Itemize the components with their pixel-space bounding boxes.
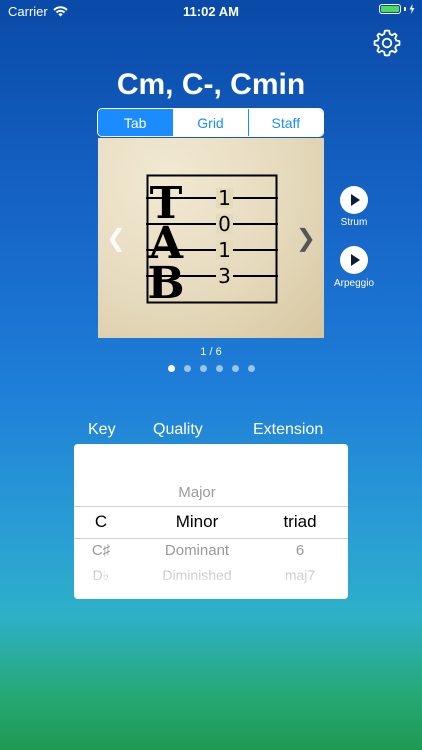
- chevron-left-icon[interactable]: ❮: [106, 224, 126, 253]
- fret-number: 0: [218, 212, 231, 236]
- tab-grid[interactable]: Grid: [172, 109, 248, 136]
- arpeggio-label: Arpeggio: [333, 278, 375, 289]
- status-bar-right: [379, 4, 415, 14]
- chord-picker[interactable]: Major C Minor triad C♯ Dominant 6 D♭ Dim…: [74, 444, 348, 599]
- selection-line-bottom: [74, 538, 348, 539]
- page-dot[interactable]: [215, 365, 223, 372]
- tab-staff[interactable]: Staff: [247, 109, 323, 136]
- selection-line-top: [74, 506, 348, 507]
- battery-cap: [404, 7, 406, 11]
- tab-tab[interactable]: Tab: [98, 109, 173, 136]
- fret-number: 1: [218, 186, 231, 210]
- picker-quality-option[interactable]: Major: [134, 484, 260, 501]
- strum-play-button[interactable]: [340, 186, 368, 214]
- picker-row[interactable]: Major: [74, 484, 348, 506]
- arpeggio-play-button[interactable]: [340, 246, 368, 274]
- battery-icon: [379, 4, 401, 14]
- page-dot[interactable]: [183, 365, 191, 372]
- charging-bolt-icon: [409, 4, 415, 14]
- tab-letter: B: [147, 258, 184, 304]
- chord-diagram-card[interactable]: T A B 1 0 1 3 ❮ ❯: [98, 138, 324, 338]
- page-dot[interactable]: [231, 365, 239, 372]
- picker-key-option[interactable]: D♭: [80, 567, 122, 584]
- gear-icon[interactable]: [372, 28, 402, 58]
- picker-row[interactable]: D♭ Diminished maj7: [74, 567, 348, 589]
- page-dots[interactable]: [0, 365, 422, 372]
- picker-quality-option[interactable]: Diminished: [134, 567, 260, 583]
- picker-selected-row[interactable]: C Minor triad: [74, 512, 348, 534]
- picker-extension-option[interactable]: 6: [264, 542, 336, 559]
- picker-key-selected[interactable]: C: [80, 512, 122, 532]
- picker-quality-option[interactable]: Dominant: [134, 542, 260, 559]
- picker-quality-selected[interactable]: Minor: [134, 512, 260, 532]
- picker-extension-option[interactable]: maj7: [264, 567, 336, 583]
- key-header: Key: [88, 421, 116, 438]
- page-dot[interactable]: [167, 365, 175, 372]
- strum-label: Strum: [340, 217, 368, 228]
- page-counter: 1 / 6: [200, 346, 222, 358]
- chevron-right-icon[interactable]: ❯: [296, 224, 316, 253]
- page-dot[interactable]: [247, 365, 255, 372]
- chord-title: Cm, C-, Cmin: [116, 68, 306, 101]
- status-time: 11:02 AM: [183, 4, 239, 19]
- tab-diagram: T A B 1 0 1 3: [146, 174, 278, 304]
- picker-row[interactable]: C♯ Dominant 6: [74, 542, 348, 564]
- view-segmented-control: Tab Grid Staff: [97, 108, 324, 137]
- battery-level: [381, 6, 399, 12]
- extension-header: Extension: [253, 421, 324, 438]
- fret-number: 1: [218, 238, 231, 262]
- picker-key-option[interactable]: C♯: [80, 542, 122, 559]
- status-bar: Carrier 11:02 AM: [0, 0, 422, 22]
- page-dot[interactable]: [199, 365, 207, 372]
- quality-header: Quality: [153, 421, 203, 438]
- picker-extension-selected[interactable]: triad: [264, 512, 336, 532]
- fret-number: 3: [218, 264, 231, 288]
